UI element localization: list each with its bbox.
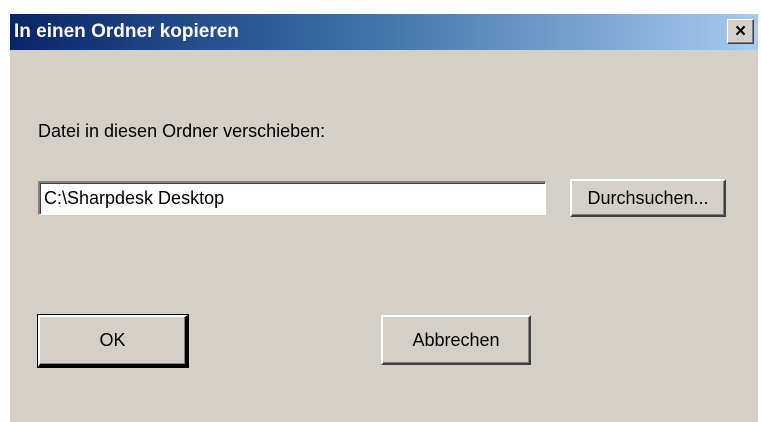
folder-prompt-label: Datei in diesen Ordner verschieben: [38, 121, 326, 141]
close-icon: × [734, 21, 747, 42]
browse-button-label: Durchsuchen... [587, 187, 709, 208]
cancel-button[interactable]: Abbrechen [381, 315, 531, 365]
window-title: In einen Ordner kopieren [14, 21, 239, 42]
title-bar[interactable]: In einen Ordner kopieren × [10, 14, 758, 50]
copy-to-folder-dialog: In einen Ordner kopieren × Datei in dies… [10, 14, 758, 422]
ok-button-label: OK [99, 330, 126, 350]
ok-button[interactable]: OK [37, 314, 189, 368]
folder-path-input[interactable] [38, 181, 546, 215]
cancel-button-label: Abbrechen [412, 329, 500, 350]
close-button[interactable]: × [727, 19, 754, 44]
browse-button[interactable]: Durchsuchen... [570, 179, 726, 217]
